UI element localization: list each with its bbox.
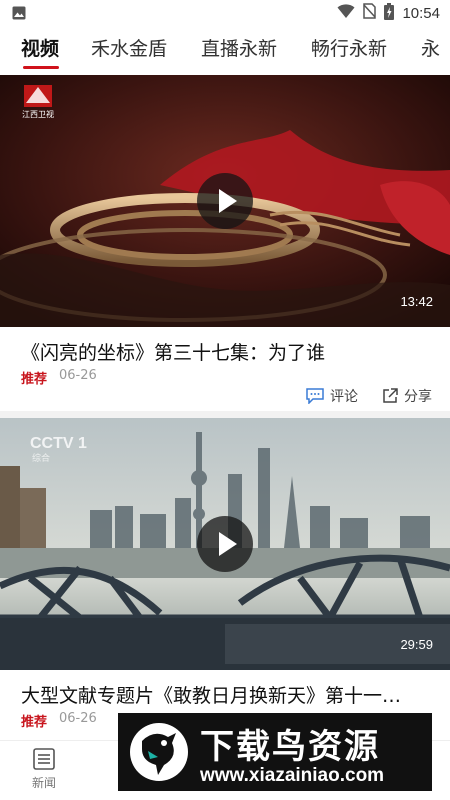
video-meta: 推荐 06-26 [21,368,97,387]
video-meta: 推荐 06-26 [21,711,97,730]
card-divider [0,411,450,418]
status-bar: 10:54 [0,0,450,26]
video-actions: 评论 分享 [306,386,432,406]
tab-live-yongxin[interactable]: 直播永新 [201,34,277,61]
status-time: 10:54 [402,4,440,22]
svg-text:江西卫视: 江西卫视 [22,109,54,119]
recommend-tag: 推荐 [21,715,48,730]
nav-label: 新闻 [31,776,56,790]
comment-icon [306,388,324,404]
video-title[interactable]: 大型文献专题片《敢教日月换新天》第十一… [21,681,431,708]
active-tab-indicator [23,66,59,69]
image-icon [12,5,26,20]
video-duration: 29:59 [400,637,433,652]
comment-button[interactable]: 评论 [306,386,358,406]
watermark-url: www.xiazainiao.com [200,765,385,786]
nav-news[interactable]: 新闻 [4,747,84,791]
svg-text:综合: 综合 [32,452,50,464]
tab-heshui-jindun[interactable]: 禾水金盾 [91,34,167,61]
comment-label: 评论 [330,389,358,405]
tab-more[interactable]: 永 [421,34,440,61]
news-icon [33,748,55,770]
channel-logo: 江西卫视 [22,85,54,119]
watermark-banner: 下载鸟资源 www.xiazainiao.com [118,713,432,791]
play-icon [219,532,237,556]
recommend-tag: 推荐 [21,372,48,387]
play-button[interactable] [197,173,253,229]
tab-changxing-yongxin[interactable]: 畅行永新 [311,34,387,61]
video-thumbnail[interactable]: CCTV 1 综合 29:59 [0,418,450,670]
svg-text:CCTV 1: CCTV 1 [30,435,87,452]
bird-logo-icon [130,723,188,781]
wifi-icon [337,3,355,23]
video-title[interactable]: 《闪亮的坐标》第三十七集：为了谁 [21,338,431,365]
video-duration: 13:42 [400,294,433,309]
watermark-title: 下载鸟资源 [200,727,380,767]
video-date: 06-26 [59,368,97,383]
share-button[interactable]: 分享 [382,386,432,406]
play-button[interactable] [197,516,253,572]
no-sim-icon [363,3,377,23]
video-thumbnail[interactable]: 江西卫视 13:42 [0,75,450,327]
video-date: 06-26 [59,711,97,726]
share-label: 分享 [404,389,432,405]
share-icon [383,388,398,403]
battery-icon [384,2,395,24]
channel-tabs: 视频 禾水金盾 直播永新 畅行永新 永 [0,28,450,74]
play-icon [219,189,237,213]
tab-video[interactable]: 视频 [21,34,59,61]
